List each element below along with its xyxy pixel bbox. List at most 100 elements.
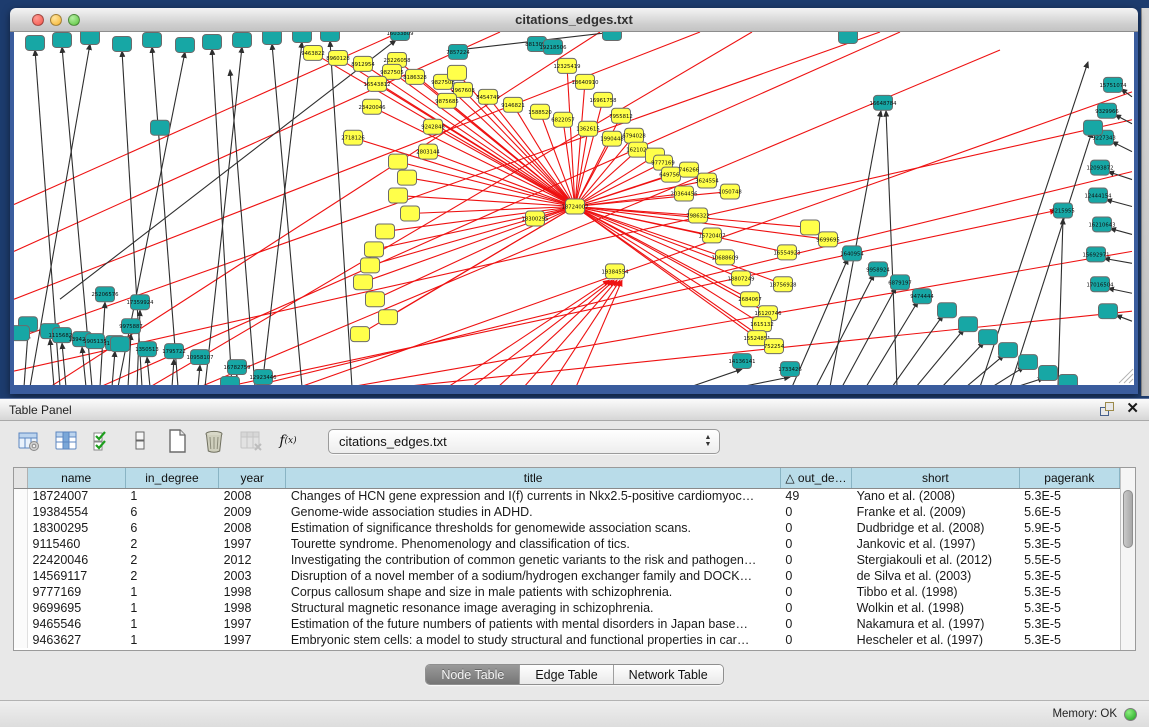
graph-node[interactable] bbox=[203, 34, 222, 49]
table-row[interactable]: 911546021997Tourette syndrome. Phenomeno… bbox=[14, 536, 1120, 552]
graph-node[interactable] bbox=[379, 310, 398, 325]
column-header-pagerank[interactable]: pagerank bbox=[1019, 468, 1119, 488]
graph-node[interactable]: 2684067 bbox=[738, 292, 762, 307]
column-header-year[interactable]: year bbox=[219, 468, 286, 488]
graph-node[interactable]: 12923446 bbox=[250, 370, 278, 385]
graph-node[interactable]: 15720407 bbox=[699, 228, 726, 243]
graph-node[interactable]: 1050748 bbox=[718, 184, 742, 199]
graph-node[interactable] bbox=[365, 242, 384, 257]
graph-node[interactable] bbox=[321, 32, 340, 41]
graph-node[interactable] bbox=[293, 32, 312, 42]
select-all-checks-icon[interactable] bbox=[90, 428, 116, 454]
graph-node[interactable]: 17359924 bbox=[127, 295, 155, 310]
graph-node[interactable] bbox=[81, 32, 100, 44]
function-builder-icon[interactable]: f(x) bbox=[275, 428, 301, 454]
graph-node[interactable] bbox=[111, 337, 130, 352]
float-panel-icon[interactable] bbox=[1100, 402, 1114, 416]
graph-node[interactable]: 12325419 bbox=[554, 58, 581, 73]
table-row[interactable]: 1456911722003Disruption of a novel membe… bbox=[14, 568, 1120, 584]
graph-node[interactable]: 16554923 bbox=[774, 245, 801, 260]
column-header-in_degree[interactable]: in_degree bbox=[125, 468, 218, 488]
graph-node[interactable]: 7986322 bbox=[686, 208, 710, 223]
graph-node[interactable] bbox=[603, 32, 622, 40]
table-vertical-scrollbar[interactable] bbox=[1120, 468, 1135, 650]
graph-node[interactable]: 1990448 bbox=[600, 131, 624, 146]
graph-node[interactable]: 8215955 bbox=[1051, 203, 1075, 218]
graph-node[interactable]: 5905135 bbox=[83, 334, 107, 349]
graph-node[interactable]: 1795722 bbox=[162, 344, 186, 359]
graph-node[interactable]: 2803144 bbox=[416, 144, 440, 159]
tab-network-table[interactable]: Network Table bbox=[614, 665, 723, 684]
graph-node[interactable]: 25206576 bbox=[92, 287, 120, 302]
table-row[interactable]: 977716911998Corpus callosum shape and si… bbox=[14, 584, 1120, 600]
graph-node[interactable] bbox=[26, 35, 45, 50]
graph-node[interactable]: 1640954 bbox=[840, 246, 864, 261]
graph-node[interactable] bbox=[233, 32, 252, 47]
graph-node[interactable]: 746266 bbox=[679, 162, 700, 177]
graph-node[interactable]: 9329966 bbox=[1095, 103, 1119, 118]
graph-node[interactable]: 18807249 bbox=[728, 271, 755, 286]
graph-node[interactable] bbox=[351, 327, 370, 342]
graph-node[interactable]: 9474444 bbox=[910, 289, 934, 304]
graph-node[interactable]: 18640910 bbox=[572, 74, 600, 89]
graph-node[interactable]: 16782759 bbox=[224, 360, 251, 375]
graph-node[interactable] bbox=[389, 188, 408, 203]
graph-node[interactable]: 19384554 bbox=[602, 264, 630, 279]
graph-node[interactable]: 12093872 bbox=[1087, 160, 1114, 175]
graph-node[interactable]: 6822057 bbox=[551, 112, 575, 127]
graph-node[interactable]: 2718126 bbox=[341, 130, 365, 145]
graph-node[interactable]: 1588520 bbox=[528, 104, 552, 119]
graph-node[interactable] bbox=[361, 258, 380, 273]
delete-table-disabled-icon[interactable] bbox=[238, 428, 264, 454]
graph-node[interactable]: 18756928 bbox=[770, 277, 797, 292]
graph-node[interactable] bbox=[14, 326, 30, 341]
graph-node[interactable]: 16961758 bbox=[590, 92, 617, 107]
graph-node[interactable] bbox=[1059, 375, 1078, 385]
graph-node[interactable]: 8912954 bbox=[351, 56, 375, 71]
table-row[interactable]: 1872400712008Changes of HCN gene express… bbox=[14, 488, 1120, 504]
column-select-icon[interactable] bbox=[53, 428, 79, 454]
graph-node[interactable]: 17016504 bbox=[1087, 277, 1115, 292]
graph-node[interactable]: 9242848 bbox=[421, 119, 445, 134]
graph-node[interactable]: 8960128 bbox=[326, 50, 350, 65]
graph-node[interactable]: 3624554 bbox=[695, 173, 719, 188]
graph-node[interactable]: 7955812 bbox=[609, 108, 633, 123]
graph-node[interactable]: 1733426 bbox=[778, 362, 802, 377]
graph-node[interactable] bbox=[401, 206, 420, 221]
graph-node[interactable]: 19218506 bbox=[540, 39, 568, 54]
column-header-short[interactable]: short bbox=[852, 468, 1020, 488]
graph-node[interactable]: 7857224 bbox=[446, 44, 470, 59]
column-header-name[interactable]: name bbox=[27, 468, 125, 488]
graph-node[interactable]: 6794028 bbox=[622, 128, 646, 143]
graph-node[interactable]: 20364456 bbox=[671, 186, 699, 201]
graph-node[interactable] bbox=[979, 330, 998, 345]
graph-node[interactable]: 12444154 bbox=[1085, 188, 1113, 203]
graph-node[interactable] bbox=[151, 120, 170, 135]
graph-node[interactable] bbox=[221, 377, 240, 385]
graph-node[interactable]: 16033809 bbox=[387, 32, 414, 40]
scrollbar-thumb[interactable] bbox=[1123, 490, 1133, 548]
close-panel-icon[interactable]: ✕ bbox=[1126, 402, 1139, 416]
graph-node[interactable] bbox=[448, 65, 467, 80]
graph-node[interactable] bbox=[999, 343, 1018, 358]
graph-node[interactable] bbox=[176, 37, 195, 52]
graph-node[interactable] bbox=[389, 154, 408, 169]
graph-node[interactable] bbox=[938, 303, 957, 318]
table-row[interactable]: 2242004622012Investigating the contribut… bbox=[14, 552, 1120, 568]
graph-node[interactable]: 10688609 bbox=[712, 250, 739, 265]
network-window-titlebar[interactable]: citations_edges.txt bbox=[10, 8, 1138, 32]
column-strip-icon[interactable] bbox=[127, 428, 153, 454]
graph-node[interactable]: 16543812 bbox=[364, 76, 391, 91]
graph-node[interactable] bbox=[354, 275, 373, 290]
table-row[interactable]: 946362711997Embryonic stem cells: a mode… bbox=[14, 632, 1120, 648]
table-row[interactable]: 946554611997Estimation of the future num… bbox=[14, 616, 1120, 632]
tab-edge-table[interactable]: Edge Table bbox=[520, 665, 613, 684]
graph-node[interactable] bbox=[839, 32, 858, 43]
table-row[interactable]: 1830029562008Estimation of significance … bbox=[14, 520, 1120, 536]
graph-node[interactable]: 9699695 bbox=[816, 232, 840, 247]
graph-node[interactable]: 9975887 bbox=[119, 319, 143, 334]
column-header-title[interactable]: title bbox=[286, 468, 781, 488]
new-table-icon[interactable] bbox=[164, 428, 190, 454]
graph-node[interactable] bbox=[263, 32, 282, 44]
graph-node[interactable]: 18300295 bbox=[522, 211, 549, 226]
